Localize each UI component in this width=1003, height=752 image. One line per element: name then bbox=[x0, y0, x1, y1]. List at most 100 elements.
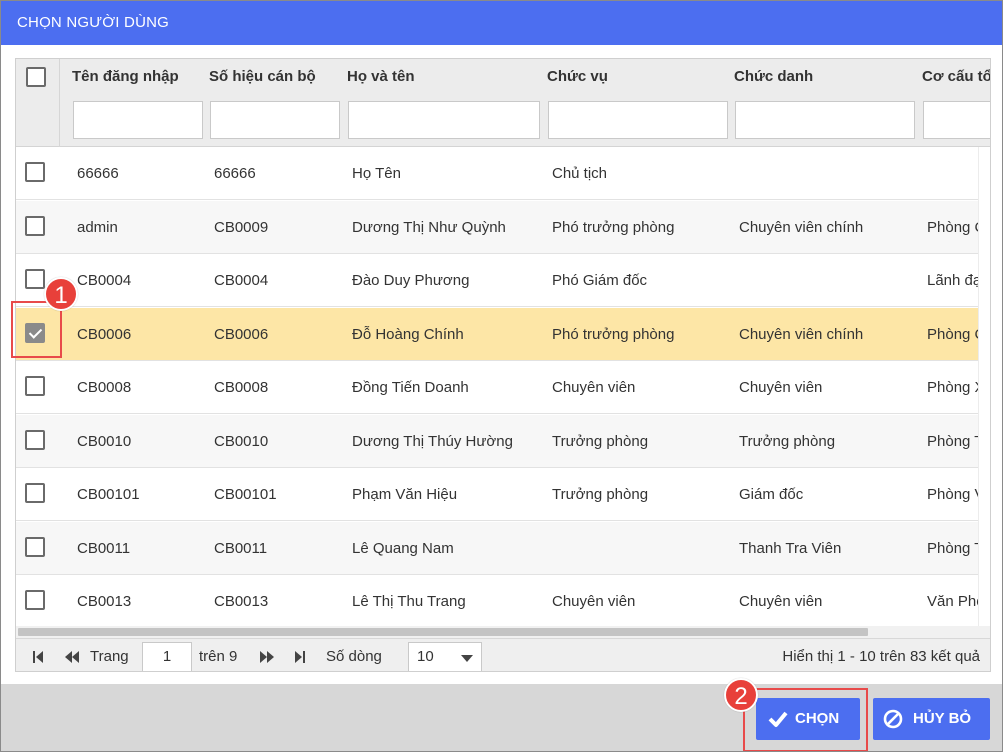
cell-position: Chuyên viên bbox=[552, 593, 636, 610]
cell-code: CB0013 bbox=[214, 593, 269, 610]
cell-title bbox=[739, 254, 919, 307]
cell-fullname: Đỗ Hoàng Chính bbox=[352, 325, 464, 343]
row-checkbox[interactable] bbox=[25, 215, 45, 236]
row-checkbox[interactable] bbox=[25, 483, 45, 503]
cell-fullname: Họ Tên bbox=[352, 165, 401, 182]
row-checkbox[interactable] bbox=[25, 269, 45, 289]
first-page-icon[interactable] bbox=[32, 649, 44, 665]
cell-fullname: Dương Thị Như Quỳnh bbox=[352, 218, 506, 236]
users-grid: Tên đăng nhập Số hiệu cán bộ Họ và tên C… bbox=[15, 58, 991, 672]
cancel-button[interactable]: HỦY BỎ bbox=[873, 698, 990, 740]
cell-position: Chủ tịch bbox=[552, 165, 608, 182]
cell-username: CB0008 bbox=[77, 379, 132, 396]
select-all-checkbox[interactable] bbox=[26, 67, 46, 87]
cancel-button-label: HỦY BỎ bbox=[913, 710, 972, 727]
cell-username: CB0011 bbox=[77, 539, 131, 557]
filter-org-input[interactable] bbox=[923, 101, 990, 139]
cell-title: Chuyên viên chính bbox=[739, 218, 864, 236]
cell-code: CB0009 bbox=[214, 218, 269, 236]
cell-code: 66666 bbox=[214, 165, 256, 182]
cell-title: Chuyên viên bbox=[739, 593, 823, 610]
filter-code-input[interactable] bbox=[210, 101, 340, 139]
results-summary: Hiển thị 1 - 10 trên 83 kết quả bbox=[782, 648, 980, 665]
table-row[interactable]: 66666 66666 Họ Tên Chủ tịch bbox=[16, 147, 990, 200]
cell-position bbox=[552, 522, 731, 575]
cell-title: Trưởng phòng bbox=[739, 432, 836, 450]
dialog-title: CHỌN NGƯỜI DÙNG bbox=[1, 1, 1002, 45]
filter-fullname-input[interactable] bbox=[348, 101, 540, 139]
horizontal-scrollbar-thumb[interactable] bbox=[18, 628, 868, 636]
table-row[interactable]: admin CB0009 Dương Thị Như Quỳnh Phó trưởng… bbox=[16, 200, 990, 254]
cell-position: Phó Giám đốc bbox=[552, 272, 648, 289]
callout-badge-1: 1 bbox=[44, 277, 78, 311]
filter-position-input[interactable] bbox=[548, 101, 728, 139]
column-header-username[interactable]: Tên đăng nhập bbox=[72, 59, 179, 95]
cell-fullname: Đồng Tiến Doanh bbox=[352, 379, 469, 396]
previous-page-icon[interactable] bbox=[64, 649, 80, 665]
cell-position: Phó trưởng phòng bbox=[552, 325, 675, 343]
row-checkbox[interactable] bbox=[25, 376, 45, 396]
cell-username: CB0006 bbox=[77, 325, 132, 343]
cell-username: CB0010 bbox=[77, 432, 132, 450]
cell-username: 66666 bbox=[77, 165, 119, 182]
vertical-scrollbar[interactable] bbox=[978, 147, 990, 626]
horizontal-scrollbar[interactable] bbox=[16, 626, 990, 638]
ban-icon bbox=[883, 709, 903, 729]
column-header-title[interactable]: Chức danh bbox=[734, 59, 813, 95]
row-checkbox[interactable] bbox=[25, 536, 45, 557]
cell-code: CB0004 bbox=[214, 272, 269, 289]
grid-header: Tên đăng nhập Số hiệu cán bộ Họ và tên C… bbox=[16, 59, 990, 147]
cell-fullname: Lê Quang Nam bbox=[352, 539, 454, 557]
page-number-input[interactable]: 1 bbox=[142, 642, 192, 671]
cell-position: Chuyên viên bbox=[552, 379, 636, 396]
next-page-icon[interactable] bbox=[259, 649, 275, 665]
callout-badge-2: 2 bbox=[724, 678, 758, 712]
callout-box-choose-button bbox=[743, 688, 868, 751]
last-page-icon[interactable] bbox=[294, 649, 306, 665]
cell-fullname: Phạm Văn Hiệu bbox=[352, 486, 458, 503]
row-checkbox[interactable] bbox=[25, 162, 45, 182]
page-total-label: trên 9 bbox=[199, 648, 238, 665]
cell-fullname: Lê Thị Thu Trang bbox=[352, 593, 466, 610]
rows-per-page-select[interactable]: 10 bbox=[408, 642, 482, 671]
table-row[interactable]: CB0006 CB0006 Đỗ Hoàng Chính Phó trưởng phò… bbox=[16, 307, 990, 361]
column-header-fullname[interactable]: Họ và tên bbox=[347, 59, 415, 95]
rows-per-page-label: Số dòng bbox=[326, 648, 382, 665]
cell-username: admin bbox=[77, 218, 118, 236]
column-header-position[interactable]: Chức vụ bbox=[547, 59, 608, 95]
cell-code: CB0011 bbox=[214, 539, 268, 557]
cell-position: Trưởng phòng bbox=[552, 432, 649, 450]
table-row[interactable]: CB00101 CB00101 Phạm Văn Hiệu Trưởng phòng G… bbox=[16, 468, 990, 521]
grid-body: 66666 66666 Họ Tên Chủ tịch admin CB0009 Dương… bbox=[16, 147, 990, 628]
cell-code: CB0008 bbox=[214, 379, 269, 396]
cell-title: Chuyên viên chính bbox=[739, 325, 864, 343]
cell-position: Phó trưởng phòng bbox=[552, 218, 675, 236]
cell-title: Chuyên viên bbox=[739, 379, 823, 396]
select-user-dialog: CHỌN NGƯỜI DÙNG Tên đăng nhập Số hiệu cá… bbox=[0, 0, 1003, 752]
table-row[interactable]: CB0004 CB0004 Đào Duy Phương Phó Giám đốc Lã… bbox=[16, 254, 990, 307]
cell-username: CB0004 bbox=[77, 272, 132, 289]
cell-code: CB00101 bbox=[214, 486, 277, 503]
select-all-cell bbox=[16, 59, 60, 147]
table-row[interactable]: CB0008 CB0008 Đồng Tiến Doanh Chuyên viên Ch… bbox=[16, 361, 990, 414]
row-checkbox[interactable] bbox=[25, 590, 45, 610]
table-row[interactable]: CB0011 CB0011 Lê Quang Nam Thanh Tra Viên Ph… bbox=[16, 521, 990, 575]
cell-username: CB0013 bbox=[77, 593, 132, 610]
cell-title: Thanh Tra Viên bbox=[739, 539, 842, 557]
page-label: Trang bbox=[90, 648, 129, 665]
cell-code: CB0010 bbox=[214, 432, 269, 450]
column-header-code[interactable]: Số hiệu cán bộ bbox=[209, 59, 316, 95]
filter-username-input[interactable] bbox=[73, 101, 203, 139]
chevron-down-icon bbox=[461, 655, 473, 662]
row-checkbox[interactable] bbox=[25, 429, 45, 450]
filter-title-input[interactable] bbox=[735, 101, 915, 139]
cell-fullname: Dương Thị Thúy Hường bbox=[352, 432, 513, 450]
cell-position: Trưởng phòng bbox=[552, 486, 649, 503]
column-header-org[interactable]: Cơ cấu tổ bbox=[922, 59, 990, 95]
table-row[interactable]: CB0010 CB0010 Dương Thị Thúy Hường Trưởng p… bbox=[16, 414, 990, 468]
table-row[interactable]: CB0013 CB0013 Lê Thị Thu Trang Chuyên viên C… bbox=[16, 575, 990, 628]
cell-title: Giám đốc bbox=[739, 486, 804, 503]
cell-code: CB0006 bbox=[214, 325, 269, 343]
pager: Trang 1 trên 9 Số dòng 10 Hiển thị 1 - 1… bbox=[16, 638, 990, 671]
cell-username: CB00101 bbox=[77, 486, 140, 503]
